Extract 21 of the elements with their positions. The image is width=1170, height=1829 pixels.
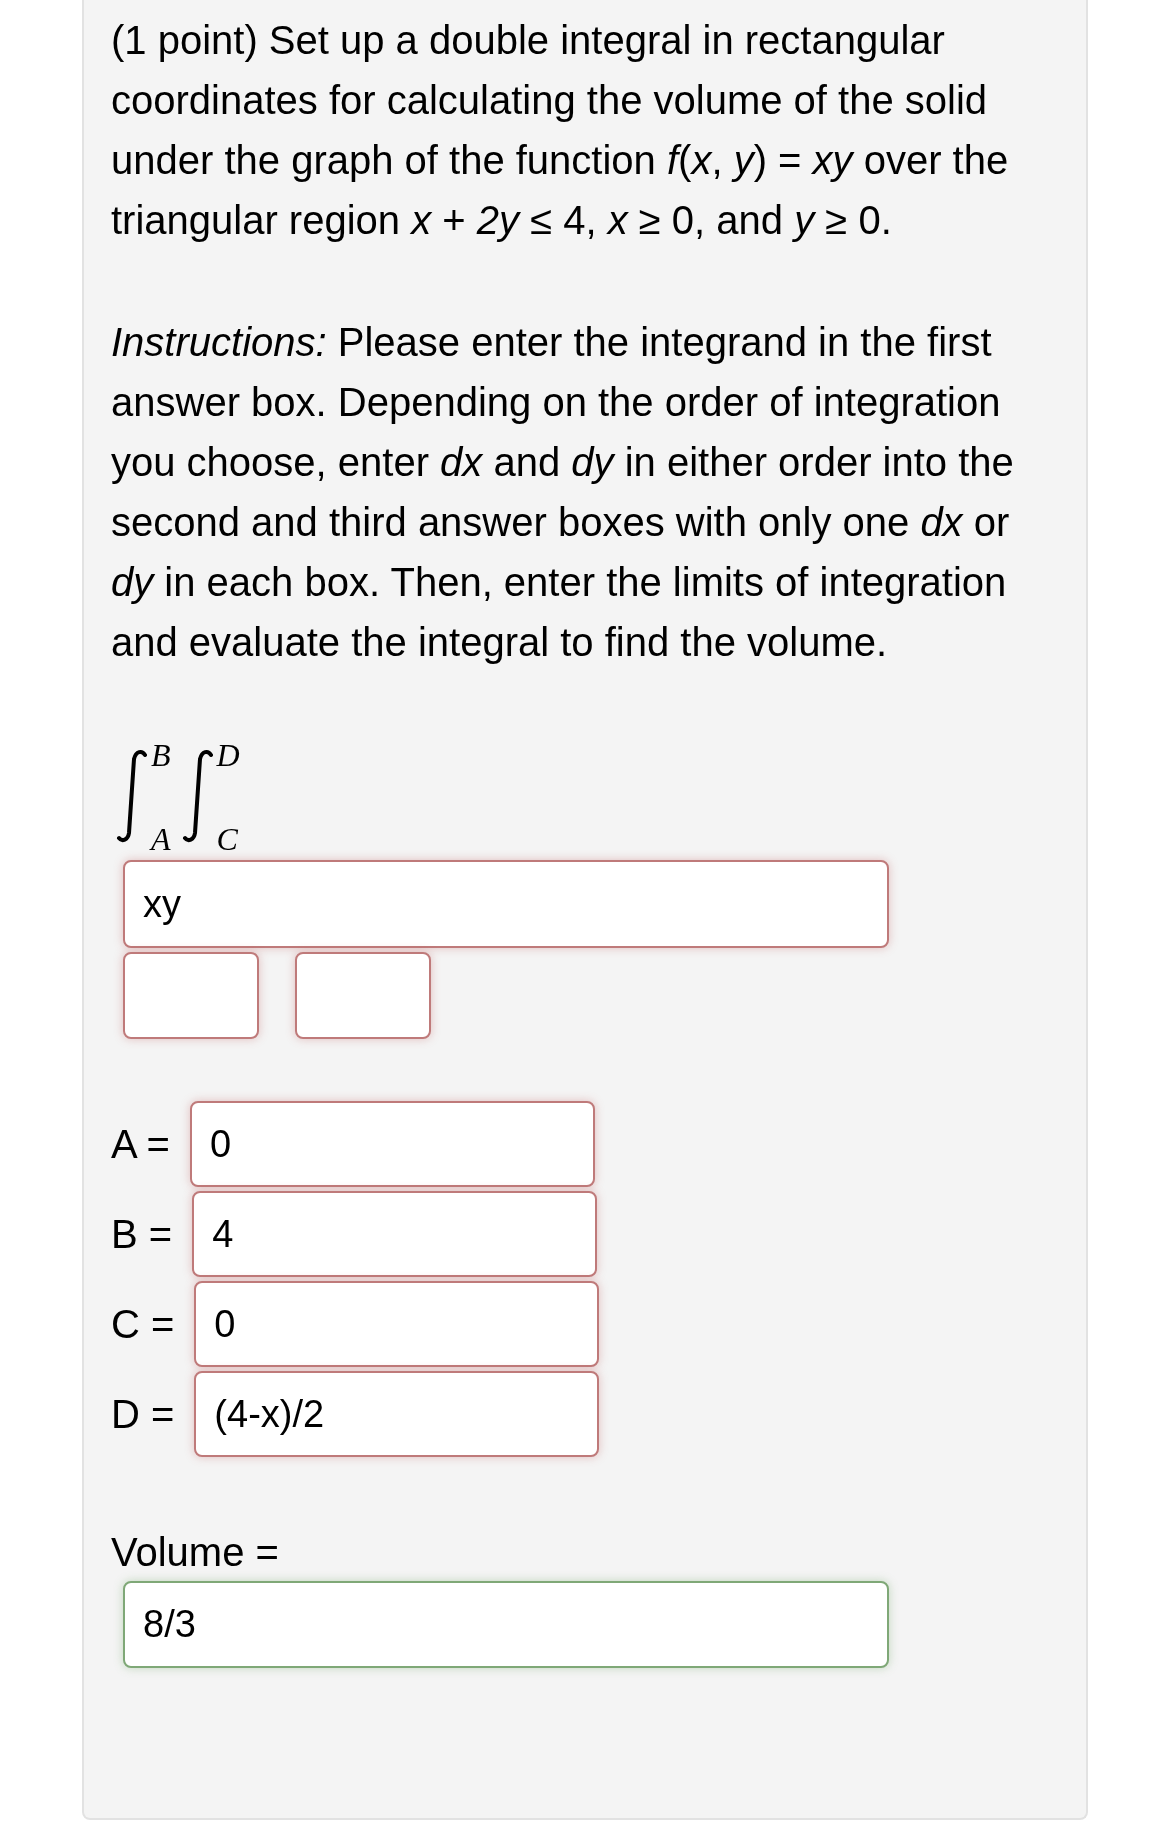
answer-field[interactable]: 8/3 — [123, 1581, 889, 1668]
answer-field[interactable]: 0 — [189, 1101, 595, 1187]
limit-variable: D — [216, 738, 240, 772]
limit-variable: C — [216, 822, 239, 856]
limit-label: D = — [111, 1391, 175, 1437]
problem-text: (1 point) Set up a double integral in rectangular coordinates for calculating the volume of the solid under the graph of the function f(x, y) = xy over the triangular region x + 2y ≤ 4, x ≥ 0, and y ≥ 0. — [111, 17, 1010, 244]
answer-field[interactable]: 0 — [194, 1281, 600, 1367]
answer-field[interactable]: (4-x)/2 — [194, 1371, 600, 1457]
integral-sign-icon — [180, 749, 215, 845]
answer-field[interactable] — [295, 952, 431, 1039]
limit-label: A = — [111, 1121, 170, 1167]
limit-label: C = — [111, 1301, 175, 1347]
limit-variable: A — [151, 822, 171, 856]
limit-label: B = — [111, 1211, 173, 1257]
instructions-text: Instructions: Please enter the integrand in the first answer box. Depending on the order of integration you choose, enter dx and dy in either order into the second and third answer boxes with only one dx or dy in each box. Then, enter the limits of integration and evaluate the integral to find the volume. — [111, 319, 1015, 666]
answer-field[interactable]: 4 — [192, 1191, 598, 1277]
answer-field[interactable] — [123, 952, 259, 1039]
limit-variable: B — [151, 738, 171, 772]
volume-label: Volume = — [111, 1529, 280, 1576]
answer-field[interactable]: xy — [123, 860, 889, 948]
integral-sign-icon — [115, 749, 149, 845]
